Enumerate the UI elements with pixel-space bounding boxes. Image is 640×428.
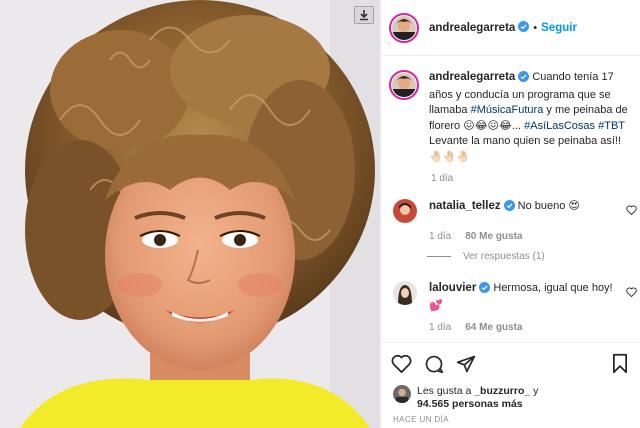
caption-avatar[interactable]	[389, 70, 419, 100]
hashtag-link[interactable]: #TBT	[598, 120, 625, 132]
separator-dot: •	[533, 21, 538, 34]
comment-likes[interactable]: 64 Me gusta	[465, 322, 522, 333]
replies-divider	[427, 256, 451, 257]
likes-text: Les gusta a _buzzurro_ y 94.565 personas…	[417, 385, 538, 411]
likes-prefix: Les gusta a	[417, 385, 475, 397]
comment-item: natalia_tellez No bueno 😍 1 día 80 Me gus…	[393, 199, 637, 242]
comment-body: natalia_tellez No bueno 😍	[429, 199, 619, 223]
author-avatar[interactable]	[389, 12, 419, 43]
commenter-avatar[interactable]	[393, 281, 417, 305]
view-replies-button[interactable]: Ver respuestas (1)	[427, 251, 545, 262]
replies-label: Ver respuestas (1)	[463, 251, 545, 262]
author-username[interactable]: andrealegarreta	[429, 22, 515, 34]
follow-button[interactable]: Seguir	[541, 22, 577, 34]
caption-part: Levante la mano quien se peinaba así!! 🤚…	[429, 135, 622, 163]
comment-time: 1 día	[429, 322, 452, 333]
portrait-image	[0, 0, 380, 428]
likes-mid: y	[530, 385, 539, 397]
likes-count[interactable]: 94.565 personas más	[417, 398, 523, 410]
comment-time: 1 día	[429, 231, 452, 242]
post-sidebar: andrealegarreta • Seguir andrealegarreta…	[380, 0, 640, 428]
comment-text: No bueno 😍	[517, 200, 580, 212]
commenter-username[interactable]: natalia_tellez	[429, 200, 501, 212]
commenter-avatar[interactable]	[393, 199, 417, 223]
liker-username[interactable]: _buzzurro_	[474, 385, 530, 397]
comment-heart-icon[interactable]	[626, 287, 637, 300]
caption-username[interactable]: andrealegarreta	[429, 71, 515, 83]
comment-body: lalouvier Hermosa, igual que hoy! 💕	[429, 281, 619, 314]
comment-heart-icon[interactable]	[626, 205, 637, 218]
download-icon[interactable]	[354, 6, 374, 24]
hashtag-link[interactable]: #AsíLasCosas	[524, 120, 595, 132]
comment-item: lalouvier Hermosa, igual que hoy! 💕 1 dí…	[393, 281, 637, 333]
comment-meta: 1 día 80 Me gusta	[429, 231, 637, 242]
likes-summary: Les gusta a _buzzurro_ y 94.565 personas…	[381, 385, 640, 411]
caption-text: andrealegarreta Cuando tenía 17 años y c…	[429, 70, 634, 165]
comment-meta: 1 día 64 Me gusta	[429, 322, 637, 333]
verified-icon	[518, 71, 530, 88]
comment-likes[interactable]: 80 Me gusta	[465, 231, 522, 242]
comment-icon[interactable]	[424, 354, 444, 377]
liker-avatar[interactable]	[393, 385, 411, 403]
caption: andrealegarreta Cuando tenía 17 años y c…	[389, 70, 637, 184]
verified-icon	[479, 282, 491, 299]
caption-time: 1 día	[431, 173, 454, 184]
post-photo[interactable]	[0, 0, 380, 428]
post-header: andrealegarreta • Seguir	[381, 0, 640, 56]
verified-icon	[518, 20, 530, 35]
commenter-username[interactable]: lalouvier	[429, 282, 476, 294]
heart-icon[interactable]	[391, 354, 412, 376]
bookmark-icon[interactable]	[611, 353, 629, 377]
post-time-ago: HACE UN DÍA	[393, 415, 449, 424]
verified-icon	[503, 200, 515, 217]
post-actions: Les gusta a _buzzurro_ y 94.565 personas…	[381, 342, 640, 428]
hashtag-link[interactable]: #MúsicaFutura	[471, 104, 544, 116]
share-icon[interactable]	[456, 354, 476, 377]
action-icons	[381, 343, 640, 377]
